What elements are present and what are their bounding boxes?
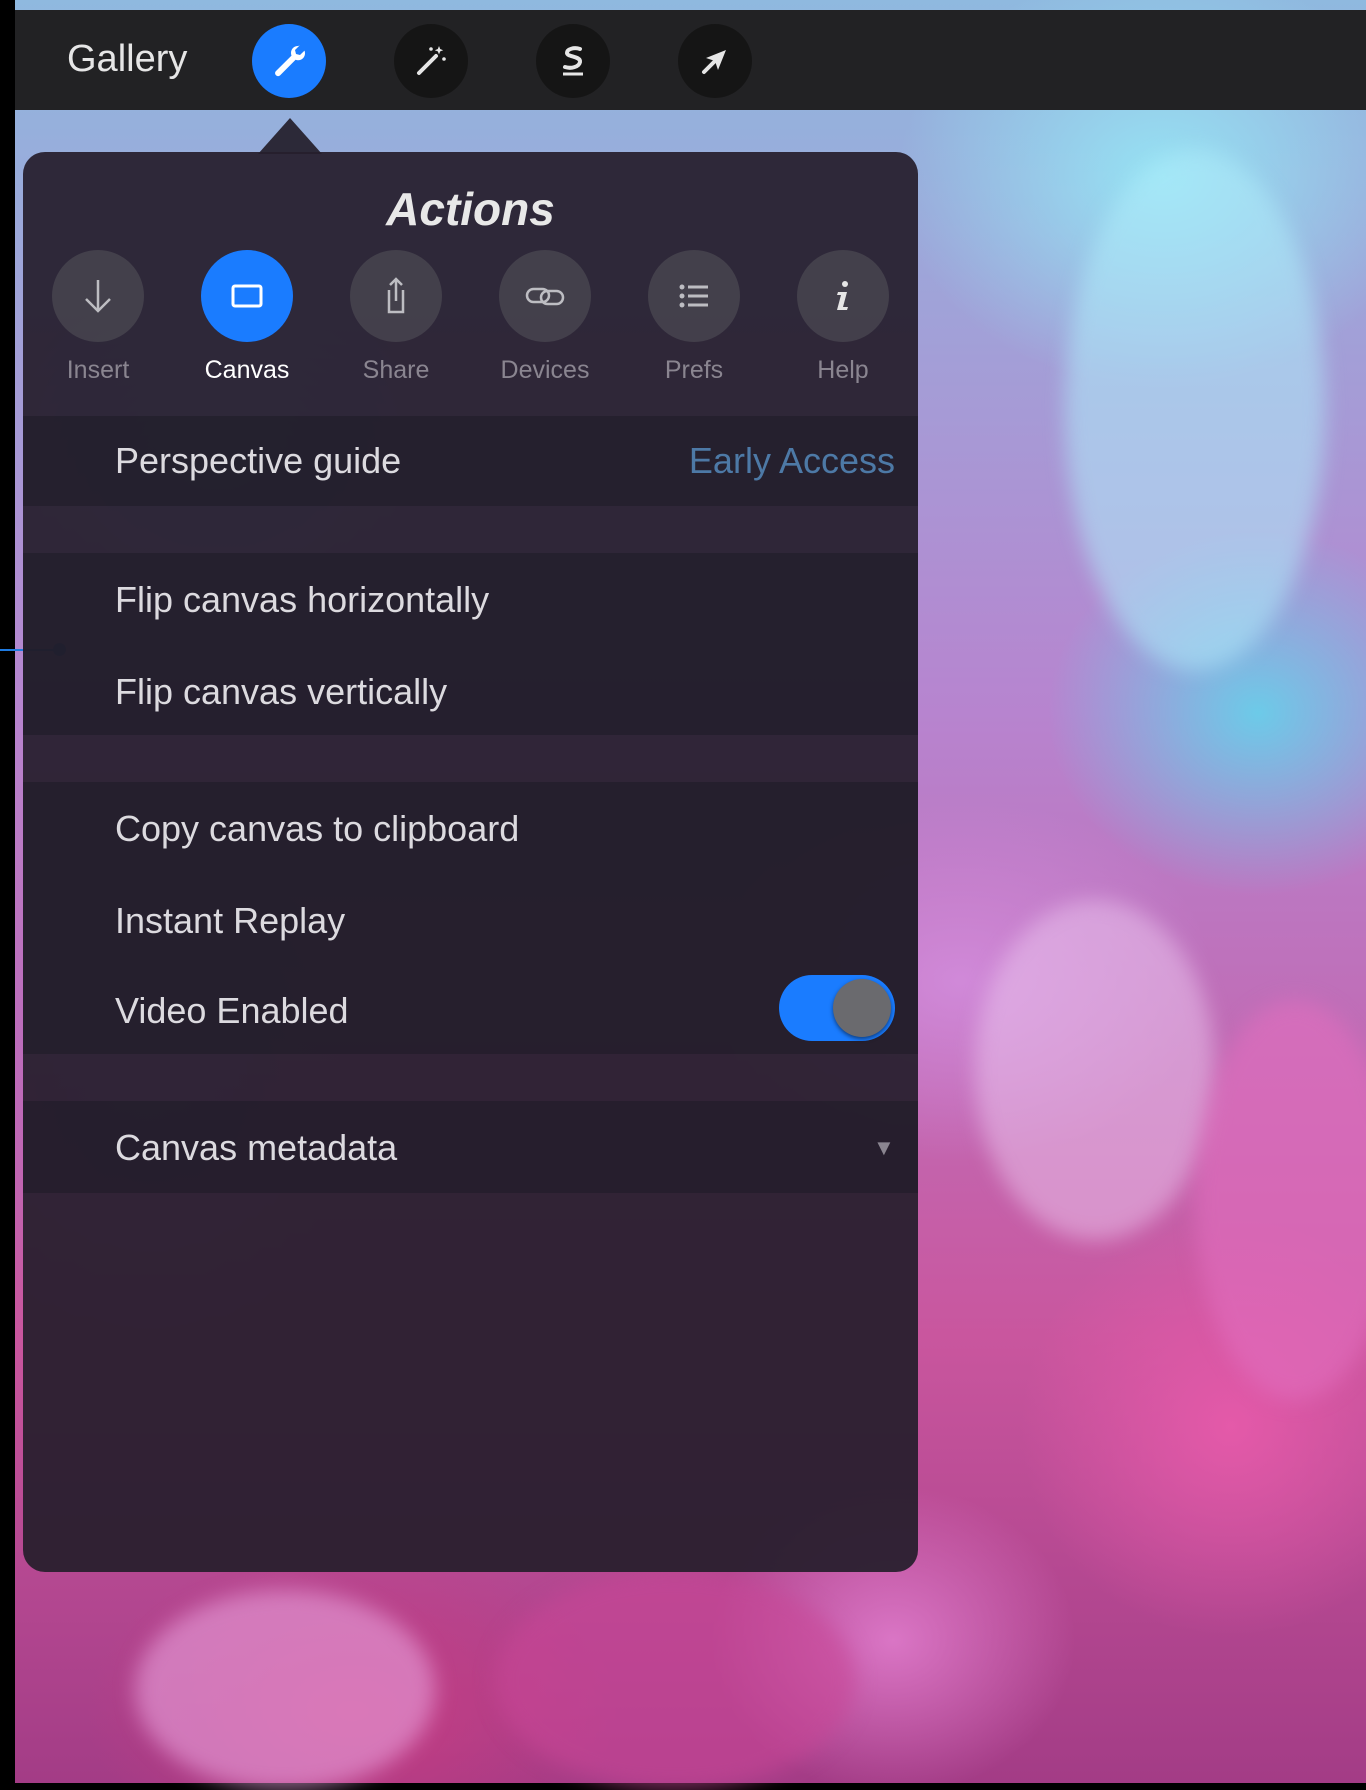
gallery-button[interactable]: Gallery bbox=[67, 38, 187, 81]
canvas-shape bbox=[495, 1570, 855, 1790]
wrench-icon bbox=[275, 45, 305, 77]
top-toolbar: Gallery bbox=[15, 10, 1366, 110]
selection-icon bbox=[563, 46, 583, 76]
section-flip: Flip canvas horizontally Flip canvas ver… bbox=[23, 553, 918, 735]
instant-replay-item[interactable]: Instant Replay bbox=[115, 900, 345, 942]
chevron-down-icon[interactable]: ▼ bbox=[873, 1135, 895, 1161]
perspective-guide-item[interactable]: Perspective guide bbox=[115, 440, 401, 482]
section-replay: Copy canvas to clipboard Instant Replay … bbox=[23, 782, 918, 1054]
tab-insert[interactable]: Insert bbox=[43, 250, 153, 385]
info-icon bbox=[837, 281, 848, 310]
tab-share-label: Share bbox=[362, 356, 430, 384]
share-icon bbox=[387, 277, 405, 314]
canvas-shape bbox=[975, 900, 1215, 1240]
link-icon bbox=[525, 287, 565, 306]
canvas-shape bbox=[1065, 150, 1325, 670]
tab-help-label: Help bbox=[817, 356, 869, 384]
video-enabled-toggle[interactable] bbox=[779, 975, 895, 1041]
tab-prefs-label: Prefs bbox=[664, 356, 724, 384]
flip-horizontal-item[interactable]: Flip canvas horizontally bbox=[115, 579, 489, 621]
copy-canvas-item[interactable]: Copy canvas to clipboard bbox=[115, 808, 519, 850]
actions-wrench-button[interactable] bbox=[252, 24, 326, 98]
transform-button[interactable] bbox=[678, 24, 752, 98]
early-access-badge[interactable]: Early Access bbox=[689, 440, 895, 482]
tab-share[interactable]: Share bbox=[341, 250, 451, 385]
tab-devices-label: Devices bbox=[500, 356, 590, 384]
canvas-metadata-item[interactable]: Canvas metadata bbox=[115, 1127, 397, 1169]
adjustments-button[interactable] bbox=[394, 24, 468, 98]
list-icon bbox=[679, 284, 708, 308]
flip-vertical-item[interactable]: Flip canvas vertically bbox=[115, 671, 447, 713]
actions-popover: Actions Insert Canvas Share Devices Pref… bbox=[23, 152, 918, 1572]
magic-wand-icon bbox=[417, 46, 446, 75]
arrow-down-icon bbox=[85, 280, 111, 313]
toggle-knob bbox=[833, 979, 891, 1037]
section-perspective: Perspective guide Early Access bbox=[23, 416, 918, 506]
transform-arrow-icon bbox=[702, 50, 726, 74]
section-metadata: Canvas metadata ▼ bbox=[23, 1101, 918, 1193]
tab-canvas[interactable]: Canvas bbox=[192, 250, 302, 385]
tab-devices[interactable]: Devices bbox=[490, 250, 600, 385]
popover-caret bbox=[258, 118, 322, 154]
tab-canvas-label: Canvas bbox=[204, 356, 290, 384]
video-enabled-label: Video Enabled bbox=[115, 990, 349, 1031]
tab-insert-label: Insert bbox=[66, 356, 130, 384]
canvas-shape bbox=[1195, 1000, 1366, 1400]
tab-prefs[interactable]: Prefs bbox=[639, 250, 749, 385]
selection-button[interactable] bbox=[536, 24, 610, 98]
canvas-icon bbox=[231, 284, 263, 308]
actions-title: Actions bbox=[386, 183, 555, 235]
canvas-shape bbox=[135, 1590, 435, 1790]
tab-help[interactable]: Help bbox=[788, 250, 898, 385]
